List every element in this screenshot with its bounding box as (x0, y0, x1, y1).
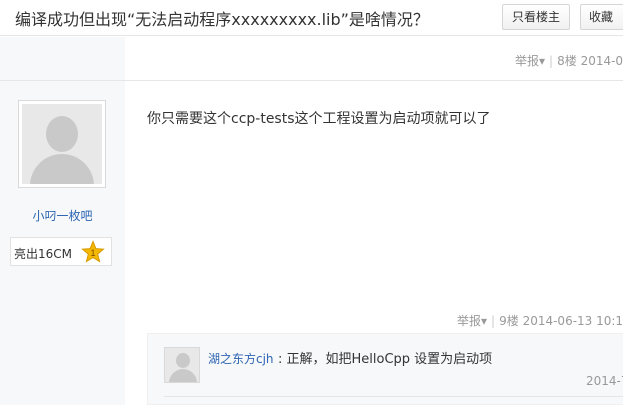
post-datetime: 2014-06-13 10:18 (522, 314, 623, 328)
default-avatar-icon (22, 104, 102, 184)
meta-separator: | (549, 54, 554, 68)
favorite-button[interactable]: 收藏 (580, 4, 623, 30)
reply-avatar[interactable] (164, 347, 200, 383)
author-username[interactable]: 小叼一枚吧 (0, 207, 125, 224)
floor-number: 9楼 (499, 314, 519, 328)
report-link[interactable]: 举报 (457, 314, 481, 328)
report-arrow-icon[interactable]: ▾ (539, 54, 545, 68)
level-star-icon: 1 (81, 240, 105, 263)
reply-text: : 正解，如把HelloCpp 设置为启动项 (278, 352, 493, 367)
level-number: 1 (90, 248, 95, 258)
member-badge[interactable]: 亮出16CM 1 (10, 237, 112, 266)
badge-label: 亮出16CM (14, 247, 73, 261)
thread-header: 编译成功但出现“无法启动程序xxxxxxxxx.lib”是啥情况？ 只看楼主 收… (0, 0, 623, 36)
reply-username[interactable]: 湖之东方cjh (208, 350, 274, 367)
post-meta-9: 举报▾ | 9楼 2014-06-13 10:18 (457, 312, 623, 329)
post-date: 2014-0 (580, 54, 623, 68)
post-body: 你只需要这个ccp-tests这个工程设置为启动项就可以了 (147, 111, 491, 127)
thread-title: 编译成功但出现“无法启动程序xxxxxxxxx.lib”是啥情况？ (15, 10, 429, 29)
reply-time: 2014-7 (586, 374, 623, 388)
report-link[interactable]: 举报 (515, 54, 539, 68)
floor-number: 8楼 (557, 54, 577, 68)
reply-list: 湖之东方cjh : 正解，如把HelloCpp 设置为启动项 2014-7 (147, 333, 623, 405)
report-arrow-icon[interactable]: ▾ (481, 314, 487, 328)
author-avatar[interactable] (18, 100, 106, 188)
reply-divider (164, 396, 623, 397)
post-meta-8: 举报▾ | 8楼 2014-0 (515, 52, 623, 69)
only-op-button[interactable]: 只看楼主 (502, 4, 570, 30)
meta-separator: | (491, 314, 496, 328)
